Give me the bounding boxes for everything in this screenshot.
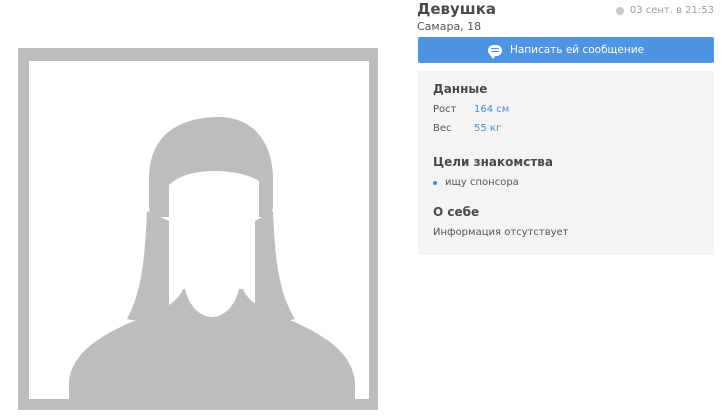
height-label: Рост (433, 104, 457, 115)
write-message-button[interactable]: Написать ей сообщение (418, 37, 714, 63)
details-title: Данные (433, 82, 488, 96)
goals-title: Цели знакомства (433, 155, 553, 169)
weight-value: 55 кг (474, 123, 502, 134)
about-text: Информация отсутствует (433, 227, 569, 238)
profile-name: Девушка (417, 0, 497, 18)
profile-photo[interactable] (18, 48, 378, 410)
write-message-label: Написать ей сообщение (509, 44, 645, 56)
last-seen-text: 03 сент. в 21:53 (629, 5, 714, 16)
about-title: О себе (433, 205, 480, 219)
weight-label: Вес (433, 123, 452, 134)
profile-info-panel: Данные Рост 164 см Вес 55 кг Цели знаком… (418, 71, 714, 255)
bullet-icon (433, 180, 437, 185)
avatar-placeholder (29, 61, 369, 399)
chat-bubble-icon (487, 44, 502, 59)
profile-location: Самара, 18 (417, 20, 482, 33)
last-seen-status: 03 сент. в 21:53 (615, 5, 714, 16)
goal-item-label: ищу спонсора (445, 177, 519, 188)
height-value: 164 см (474, 104, 510, 115)
status-dot-icon (615, 6, 624, 15)
goal-item: ищу спонсора (433, 177, 519, 188)
female-avatar-icon (69, 117, 355, 399)
